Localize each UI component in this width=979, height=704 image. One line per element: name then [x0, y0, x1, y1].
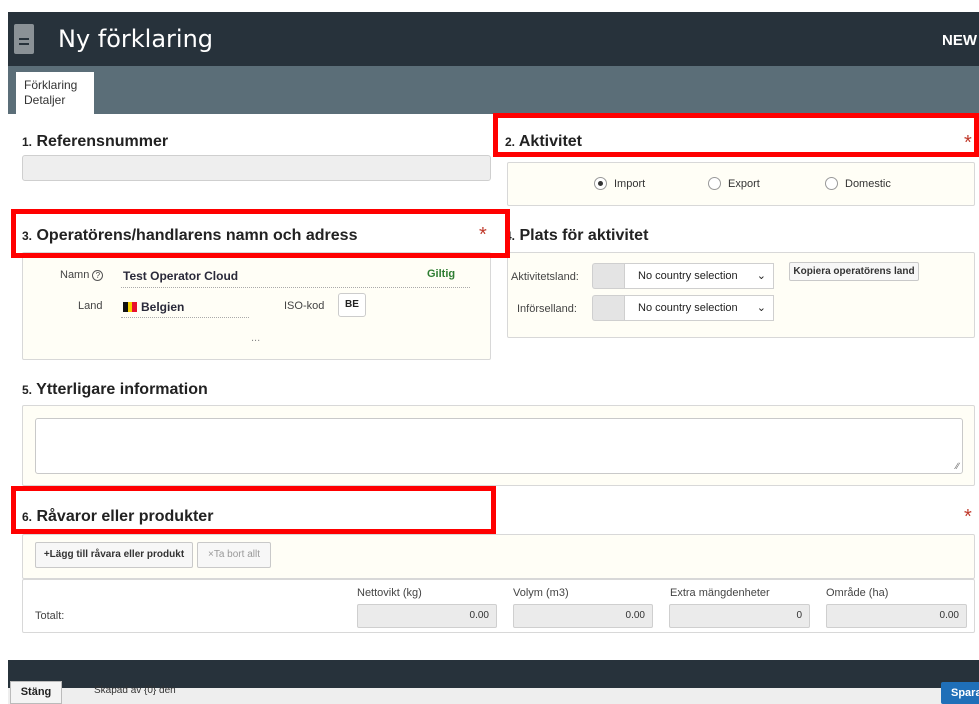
- section-title-text: Ytterligare information: [36, 381, 208, 398]
- section-title-text: Plats för aktivitet: [519, 227, 649, 244]
- section-number: 5.: [22, 383, 33, 397]
- radio-domestic[interactable]: Domestic: [825, 177, 891, 190]
- resize-grip-icon[interactable]: ∕∕: [956, 461, 959, 471]
- section-number: 1.: [22, 135, 33, 149]
- activity-country-label: Aktivitetsland:: [511, 271, 579, 283]
- operator-panel: Namn ? Test Operator Cloud Giltig Land B…: [22, 252, 491, 360]
- close-button[interactable]: Stäng: [10, 681, 62, 704]
- highlight-operator: [11, 209, 510, 258]
- total-net-weight: 0.00: [357, 604, 497, 628]
- more-indicator[interactable]: ...: [251, 332, 260, 344]
- belgium-flag-icon: [123, 301, 137, 312]
- document-icon: [14, 24, 34, 54]
- name-label: Namn ?: [60, 269, 104, 281]
- radio-empty-icon: [825, 177, 838, 190]
- col-extra-units: Extra mängdenheter: [670, 587, 770, 599]
- highlight-products: [11, 486, 496, 534]
- status-badge: NEW: [942, 32, 977, 49]
- save-button[interactable]: Spara: [941, 682, 979, 704]
- chevron-down-icon: ⌄: [756, 302, 766, 314]
- reference-number-input[interactable]: [22, 155, 491, 181]
- radio-empty-icon: [708, 177, 721, 190]
- radio-export[interactable]: Export: [708, 177, 760, 190]
- declaration-window: Ny förklaring NEW Förklaring Detaljer 1.…: [8, 12, 979, 704]
- activity-panel: Import Export Domestic: [507, 162, 975, 206]
- col-area: Område (ha): [826, 587, 889, 599]
- divider: [121, 317, 249, 318]
- entry-country-flag: [592, 295, 624, 321]
- operator-country: Belgien: [123, 300, 184, 314]
- tab-label-line1: Förklaring: [24, 78, 78, 92]
- activity-country-select[interactable]: No country selection ⌄: [624, 263, 774, 289]
- tab-bar: Förklaring Detaljer: [8, 66, 979, 116]
- country-label: Land: [78, 300, 103, 312]
- created-by-text: Skapad av {0} den: [94, 685, 176, 696]
- name-label-text: Namn: [60, 269, 90, 281]
- entry-country-select[interactable]: No country selection ⌄: [624, 295, 774, 321]
- title-bar: Ny förklaring NEW: [8, 12, 979, 66]
- highlight-activity: [493, 113, 979, 157]
- tab-declaration-details[interactable]: Förklaring Detaljer: [16, 72, 94, 116]
- additional-info-textarea[interactable]: ∕∕: [35, 418, 963, 474]
- radio-import[interactable]: Import: [594, 177, 645, 190]
- copy-operator-country-button[interactable]: Kopiera operatörens land: [789, 262, 919, 281]
- entry-country-label: Införselland:: [517, 303, 577, 315]
- remove-all-button[interactable]: ×Ta bort allt: [197, 542, 271, 568]
- radio-label: Domestic: [845, 177, 891, 190]
- section-info-title: 5. Ytterligare information: [22, 381, 208, 399]
- total-label: Totalt:: [35, 610, 65, 622]
- required-icon: *: [964, 506, 972, 528]
- window-edge: [0, 0, 8, 704]
- radio-selected-icon: [594, 177, 607, 190]
- col-volume: Volym (m3): [513, 587, 569, 599]
- country-value-text: Belgien: [141, 300, 185, 314]
- section-title-text: Referensnummer: [36, 133, 169, 150]
- select-value: No country selection: [638, 270, 738, 282]
- radio-label: Import: [614, 177, 646, 190]
- section-place-title: 4. Plats för aktivitet: [505, 227, 648, 245]
- radio-label: Export: [728, 177, 760, 190]
- total-extra-units: 0: [669, 604, 810, 628]
- page-title: Ny förklaring: [58, 25, 214, 53]
- iso-label: ISO-kod: [284, 300, 325, 312]
- iso-code-field: BE: [338, 293, 366, 317]
- section-reference-title: 1. Referensnummer: [22, 133, 168, 151]
- add-product-button[interactable]: +Lägg till råvara eller produkt: [35, 542, 193, 568]
- tab-label-line2: Detaljer: [24, 93, 66, 107]
- divider: [121, 287, 470, 288]
- chevron-down-icon: ⌄: [756, 270, 766, 282]
- select-value: No country selection: [638, 302, 738, 314]
- operator-name: Test Operator Cloud: [123, 269, 239, 283]
- col-net-weight: Nettovikt (kg): [357, 587, 422, 599]
- total-area: 0.00: [826, 604, 967, 628]
- validity-status: Giltig: [427, 268, 456, 280]
- help-icon[interactable]: ?: [92, 270, 104, 281]
- footer-bar: [8, 660, 979, 688]
- activity-country-flag: [592, 263, 624, 289]
- total-volume: 0.00: [513, 604, 653, 628]
